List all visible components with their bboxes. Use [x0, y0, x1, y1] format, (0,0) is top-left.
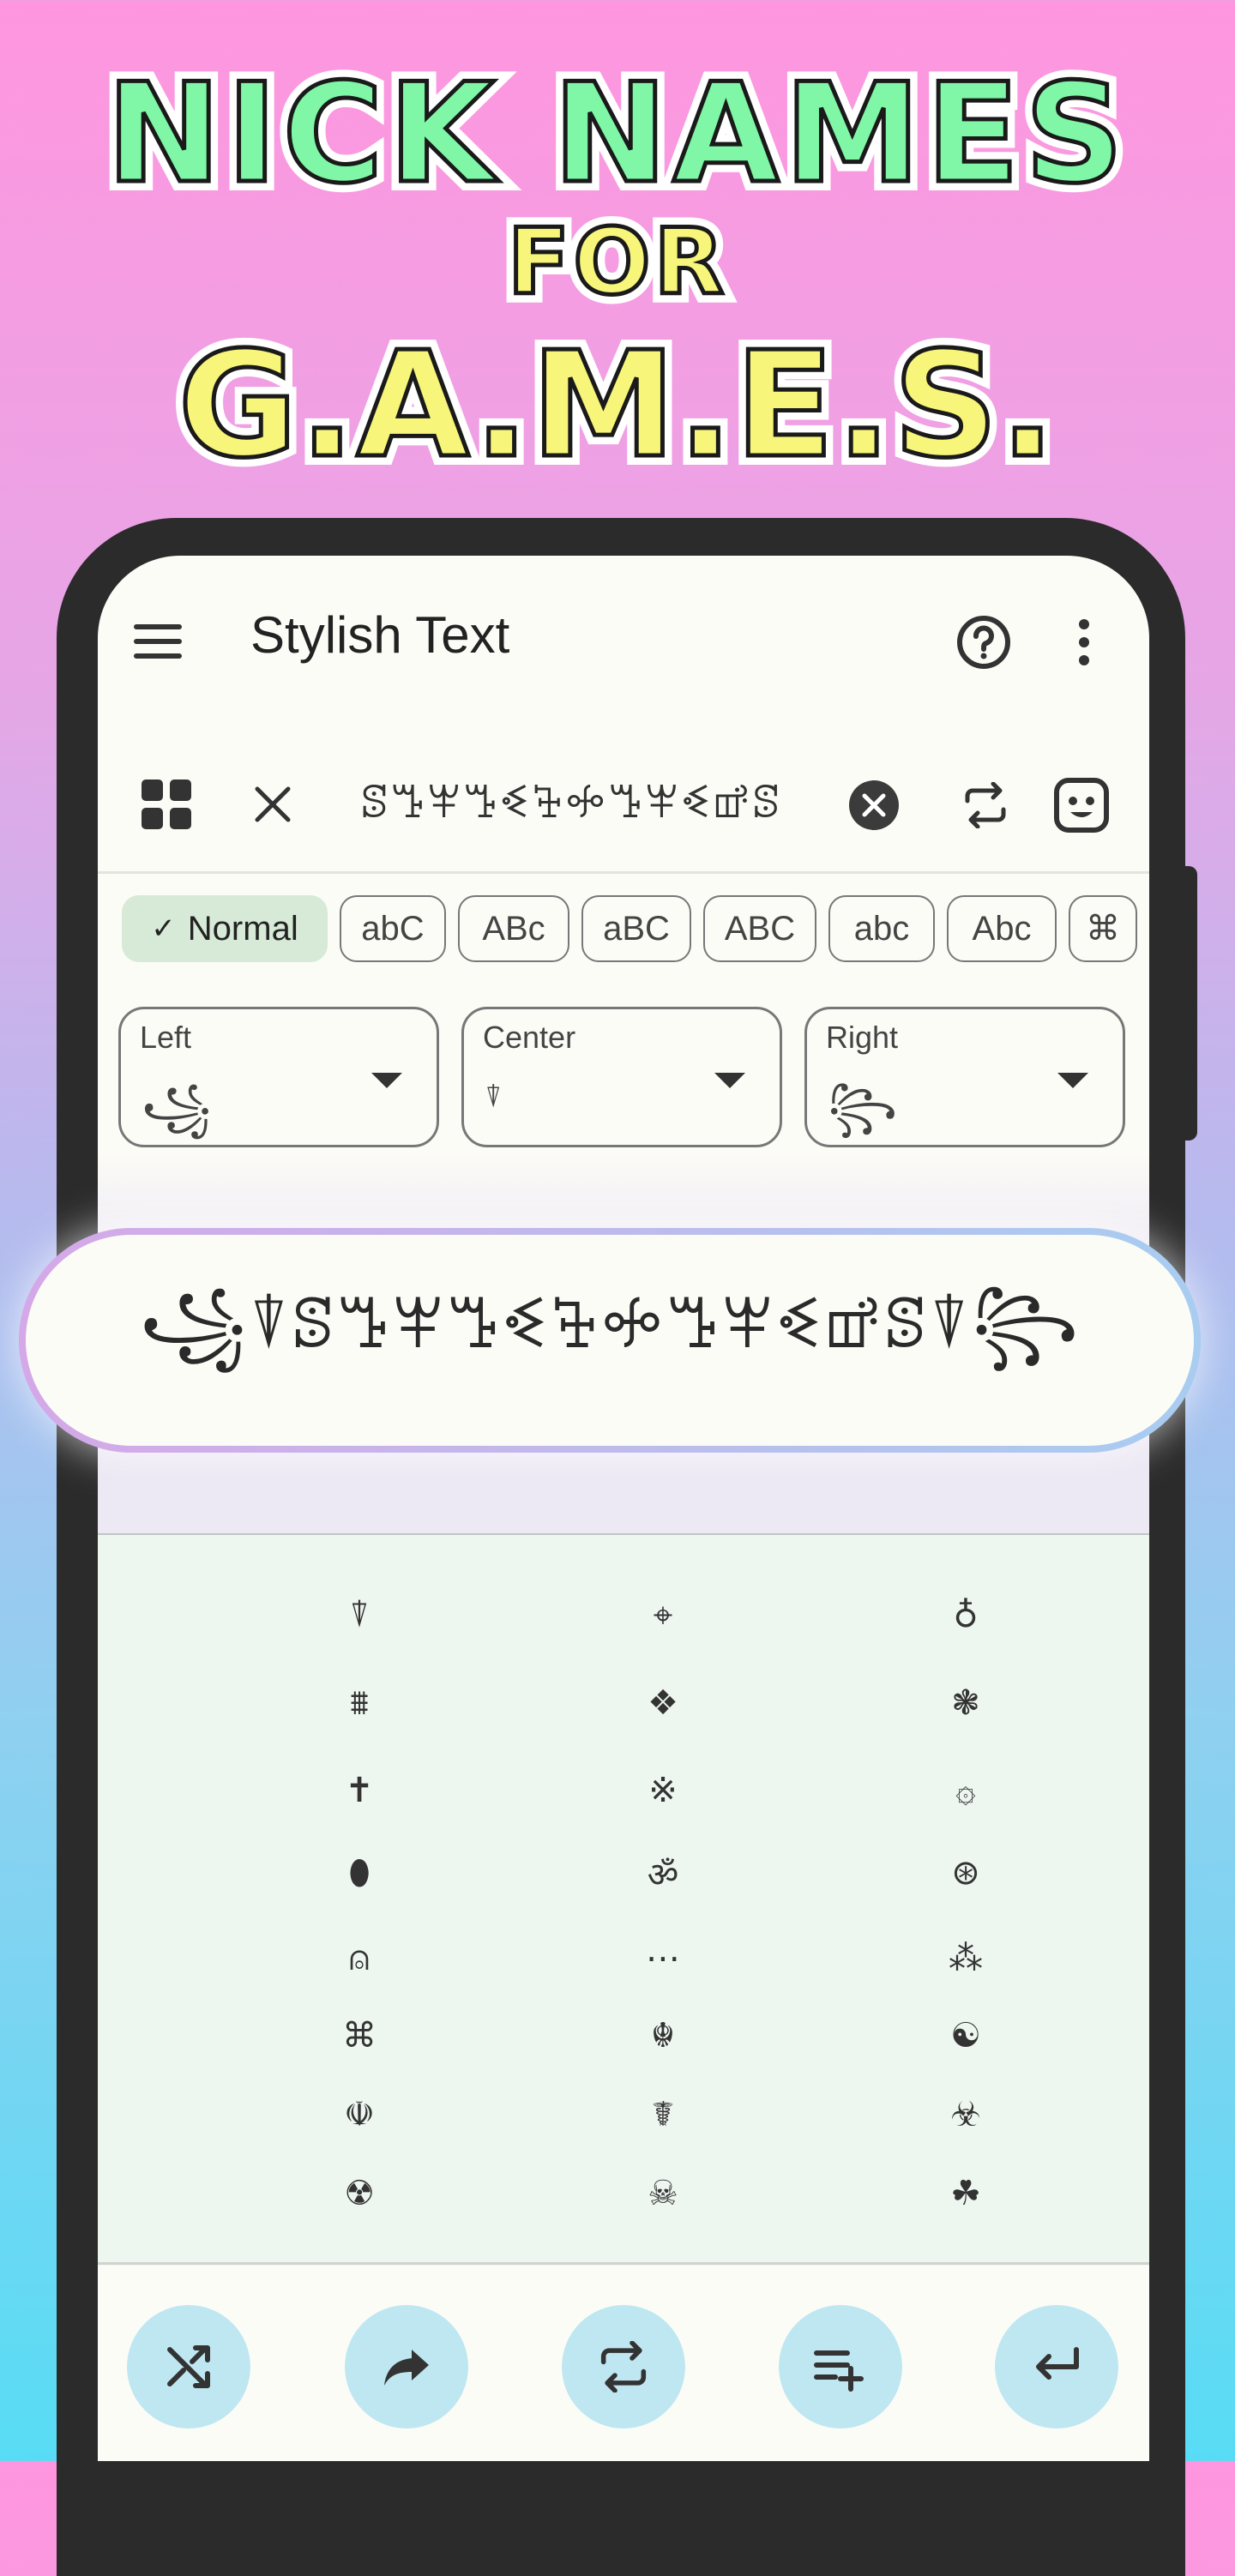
share-button[interactable] [345, 2305, 468, 2429]
preview-text: ꧁⍒ꕷꔤꕽꔤꔽꕳꖢꔤꕽꔽꕡꕷ⍒꧂ [139, 1283, 1081, 1363]
symbol-cell[interactable]: ♁ [914, 1581, 1017, 1650]
symbol-cell[interactable]: ☫ [308, 2080, 411, 2149]
dropdown-arrow-icon [1057, 1073, 1088, 1088]
chip-ABc[interactable]: ABc [458, 895, 569, 962]
enter-button[interactable] [995, 2305, 1118, 2429]
close-icon[interactable] [249, 780, 297, 828]
symbol-cell[interactable]: ❖ [611, 1669, 714, 1737]
dropdown-label: Left [140, 1020, 192, 1055]
symbol-cell[interactable]: ☠ [611, 2159, 714, 2228]
chip-abC[interactable]: abC [340, 895, 446, 962]
symbol-cell[interactable]: ⋯ [611, 1924, 714, 1993]
symbol-cell[interactable]: ☢ [308, 2159, 411, 2228]
menu-icon[interactable] [132, 616, 184, 667]
chip-symbol[interactable]: ⌘ [1069, 895, 1137, 962]
input-row: ꕷꔤꕽꔤꔽꕳꖢꔤꕽꔽꕡꕷ [98, 736, 1149, 873]
right-decoration-dropdown[interactable]: Right ꧂ [804, 1007, 1125, 1147]
symbol-cell[interactable]: ☬ [611, 2001, 714, 2070]
symbol-cell[interactable]: ⁂ [914, 1924, 1017, 1993]
shuffle-icon [167, 2345, 210, 2388]
headline-line-2: FOR FOR [498, 200, 733, 324]
symbol-cell[interactable]: ☯ [914, 2001, 1017, 2070]
symbol-cell[interactable]: ⌘ [308, 2001, 411, 2070]
dropdown-label: Right [826, 1020, 899, 1055]
repeat-icon [600, 2341, 647, 2392]
headline-line-3: G.A.M.E.S. G.A.M.E.S. [169, 311, 1065, 500]
phone-side-button [1182, 866, 1197, 1141]
dropdown-arrow-icon [714, 1073, 745, 1088]
symbol-cell[interactable]: ☘ [914, 2159, 1017, 2228]
check-icon: ✓ [151, 912, 176, 945]
symbol-cell[interactable]: ❃ [914, 1669, 1017, 1737]
repeat-icon[interactable] [959, 779, 1012, 832]
symbol-cell[interactable]: ⩩ [308, 1669, 411, 1737]
headline-line-1: NICK NAMES NICK NAMES [97, 44, 1133, 223]
symbol-cell[interactable]: ۞ [914, 1756, 1017, 1825]
repeat-button[interactable] [562, 2305, 685, 2429]
preview-pill[interactable]: ꧁⍒ꕷꔤꕽꔤꔽꕳꖢꔤꕽꔽꕡꕷ⍒꧂ [19, 1228, 1201, 1453]
center-decoration-dropdown[interactable]: Center ⍒ [461, 1007, 782, 1147]
symbol-cell[interactable]: ⍝ [308, 1924, 411, 1993]
emoji-icon[interactable] [1053, 777, 1110, 834]
dropdown-arrow-icon [371, 1073, 402, 1088]
chip-ABC[interactable]: ABC [703, 895, 816, 962]
grid-icon[interactable] [141, 779, 192, 830]
chip-label: Normal [187, 909, 298, 948]
case-chips: ✓ Normal abC ABc aBC ABC abc Abc ⌘ [122, 895, 1137, 966]
dropdown-label: Center [483, 1020, 576, 1055]
symbol-cell[interactable]: ✝ [308, 1756, 411, 1825]
playlist-add-icon [814, 2350, 864, 2392]
dropdown-value: ⍒ [485, 1081, 503, 1114]
left-decoration-dropdown[interactable]: Left ꧁ [118, 1007, 439, 1147]
symbol-cell[interactable]: ⍒ [308, 1581, 411, 1650]
chip-aBC[interactable]: aBC [581, 895, 691, 962]
symbol-cell[interactable]: ☣ [914, 2080, 1017, 2149]
symbol-cell[interactable]: ⌖ [611, 1581, 714, 1650]
shuffle-button[interactable] [127, 2305, 250, 2429]
chip-normal[interactable]: ✓ Normal [122, 895, 328, 962]
clear-input-icon[interactable] [847, 779, 901, 832]
app-title: Stylish Text [250, 606, 510, 664]
add-to-list-button[interactable] [779, 2305, 902, 2429]
more-vert-icon[interactable] [1067, 612, 1101, 672]
preview-inner: ꧁⍒ꕷꔤꕽꔤꔽꕳꖢꔤꕽꔽꕡꕷ⍒꧂ [26, 1235, 1194, 1446]
help-icon[interactable] [954, 612, 1014, 672]
symbol-cell[interactable]: ॐ [611, 1839, 714, 1907]
chip-Abc[interactable]: Abc [947, 895, 1057, 962]
symbol-cell[interactable]: ⊛ [914, 1839, 1017, 1907]
chip-abc[interactable]: abc [828, 895, 935, 962]
divider [98, 871, 1149, 874]
bottom-action-bar [98, 2266, 1149, 2461]
symbol-cell[interactable]: ※ [611, 1756, 714, 1825]
app-screen: Stylish Text ꕷꔤꕽꔤꔽꕳꖢꔤꕽꔽꕡꕷ ✓ Normal abC A… [98, 556, 1149, 2461]
divider [98, 2262, 1149, 2265]
text-input[interactable]: ꕷꔤꕽꔤꔽꕳꖢꔤꕽꔽꕡꕷ [360, 777, 781, 829]
symbol-cell[interactable]: ⬮ [308, 1839, 411, 1907]
symbol-cell[interactable]: ☤ [611, 2080, 714, 2149]
share-icon [384, 2350, 429, 2386]
return-icon [1036, 2347, 1079, 2380]
